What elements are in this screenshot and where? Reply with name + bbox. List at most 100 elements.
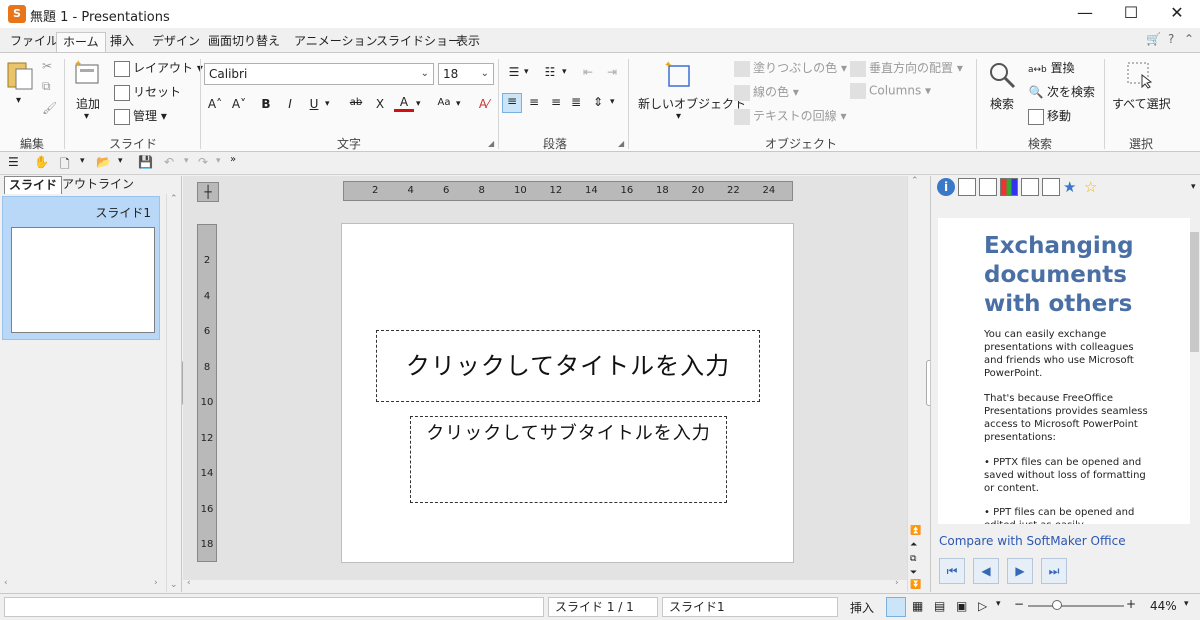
- tab-file[interactable]: ファイル: [4, 32, 64, 52]
- scroll-thumb[interactable]: [1190, 232, 1199, 352]
- cut-icon[interactable]: ✂: [42, 59, 52, 73]
- tab-design[interactable]: デザイン: [146, 32, 206, 52]
- open-dropdown-icon[interactable]: ▾: [118, 156, 123, 166]
- new-object-button[interactable]: 新しいオブジェクト: [638, 95, 746, 112]
- maximize-button[interactable]: ☐: [1108, 0, 1154, 28]
- insert-mode[interactable]: 挿入: [850, 599, 874, 616]
- scroll-left-icon[interactable]: ‹: [4, 578, 8, 588]
- next-slide-icon[interactable]: ⏷: [910, 568, 917, 578]
- underline-icon[interactable]: U: [304, 97, 324, 111]
- scroll-up-icon[interactable]: ⌃: [170, 194, 178, 204]
- tab-home[interactable]: ホーム: [56, 32, 106, 52]
- zoom-dropdown-icon[interactable]: ▾: [1184, 599, 1189, 609]
- tab-insert[interactable]: 挿入: [104, 32, 140, 52]
- redo-dropdown-icon[interactable]: ▾: [216, 156, 221, 166]
- dialog-launcher-icon[interactable]: ◢: [618, 139, 624, 148]
- shrink-font-icon[interactable]: A˅: [229, 97, 249, 111]
- redo-icon[interactable]: ↷: [198, 155, 208, 169]
- menu-icon[interactable]: ☰: [8, 155, 19, 169]
- goto-button[interactable]: 移動: [1028, 107, 1071, 125]
- font-size-combo[interactable]: 18 ⌄: [438, 63, 494, 85]
- slides-panel-hscrollbar[interactable]: ‹ ›: [0, 578, 166, 592]
- format-painter-icon[interactable]: 🖌: [42, 101, 57, 115]
- zoom-level[interactable]: 44%: [1150, 599, 1177, 613]
- zoom-out-button[interactable]: −: [1014, 597, 1024, 611]
- layout-button[interactable]: レイアウト ▾: [114, 59, 203, 77]
- reset-button[interactable]: リセット: [114, 83, 181, 101]
- underline-dropdown-icon[interactable]: ▾: [325, 99, 330, 109]
- slide-sorter-icon[interactable]: ▦: [912, 599, 923, 613]
- slides-panel-scrollbar[interactable]: ⌃ ⌄: [166, 194, 181, 592]
- paste-icon[interactable]: [6, 59, 34, 91]
- columns-button[interactable]: Columns ▾: [850, 83, 931, 99]
- scroll-right-icon[interactable]: ›: [154, 578, 158, 588]
- numbered-list-icon[interactable]: ☷: [540, 65, 560, 79]
- layout-panel-icon[interactable]: [1042, 178, 1060, 196]
- slide-thumbnail-item[interactable]: スライド1: [2, 196, 160, 340]
- bullet-dropdown-icon[interactable]: ▾: [524, 67, 529, 77]
- outline-view-icon[interactable]: ▤: [934, 599, 945, 613]
- toolbar-overflow-icon[interactable]: »: [230, 154, 236, 165]
- collapse-ribbon-icon[interactable]: ⌃: [1184, 32, 1194, 46]
- search-button[interactable]: 検索: [990, 95, 1014, 112]
- decrease-indent-icon[interactable]: ⇤: [578, 65, 598, 79]
- text-wrap-button[interactable]: テキストの回線 ▾: [734, 107, 847, 125]
- replace-button[interactable]: a↔b 置換: [1028, 59, 1075, 76]
- align-left-icon[interactable]: ≡: [502, 93, 522, 113]
- horizontal-ruler[interactable]: 2 4 6 8 10 12 14 16 18 20 22 24: [343, 181, 793, 201]
- new-dropdown-icon[interactable]: ▾: [80, 156, 85, 166]
- add-slide-icon[interactable]: ✦: [72, 59, 102, 89]
- new-object-icon[interactable]: ✦: [664, 59, 694, 89]
- compare-link[interactable]: Compare with SoftMaker Office: [939, 534, 1126, 548]
- tab-outline[interactable]: アウトライン: [58, 176, 138, 194]
- undo-dropdown-icon[interactable]: ▾: [184, 156, 189, 166]
- first-slide-icon[interactable]: ⏫: [910, 526, 921, 536]
- change-case-icon[interactable]: Aa: [434, 97, 454, 108]
- scroll-down-icon[interactable]: ⌄: [170, 580, 178, 590]
- subtitle-placeholder[interactable]: クリックしてサブタイトルを入力: [410, 416, 727, 503]
- tab-transitions[interactable]: 画面切り替え: [202, 32, 286, 52]
- color-palette-icon[interactable]: [1000, 178, 1018, 196]
- line-color-button[interactable]: 線の色 ▾: [734, 83, 799, 101]
- scroll-up-icon[interactable]: ⌃: [911, 176, 919, 186]
- first-page-icon[interactable]: ⏮: [939, 558, 965, 584]
- save-icon[interactable]: 💾: [138, 155, 153, 169]
- grow-font-icon[interactable]: A˄: [205, 97, 225, 111]
- paste-dropdown-icon[interactable]: ▾: [16, 95, 21, 106]
- new-document-icon[interactable]: 🗋: [60, 155, 70, 176]
- bullet-list-icon[interactable]: ☰: [504, 65, 524, 79]
- italic-icon[interactable]: I: [280, 97, 300, 111]
- line-spacing-icon[interactable]: ⇕: [588, 95, 608, 109]
- prev-slide-icon[interactable]: ⏶: [910, 540, 917, 550]
- line-spacing-dropdown-icon[interactable]: ▾: [610, 97, 615, 107]
- close-button[interactable]: ✕: [1154, 0, 1200, 28]
- last-slide-icon[interactable]: ⏬: [910, 580, 921, 590]
- ruler-corner-icon[interactable]: ┼: [197, 182, 219, 202]
- font-name-combo[interactable]: Calibri ⌄: [204, 63, 434, 85]
- numbered-dropdown-icon[interactable]: ▾: [562, 67, 567, 77]
- app-logo-icon[interactable]: S: [8, 5, 26, 23]
- align-right-icon[interactable]: ≡: [546, 95, 566, 109]
- slideshow-icon[interactable]: ▷: [978, 599, 987, 613]
- text-effect-icon[interactable]: A⁄: [474, 97, 494, 111]
- editor-vertical-scrollbar[interactable]: ⌃ ⏫ ⏶ ⧉ ⏷ ⏬: [907, 176, 923, 592]
- search-icon[interactable]: [988, 61, 1016, 89]
- align-center-icon[interactable]: ≡: [524, 95, 544, 109]
- next-page-icon[interactable]: ▶: [1007, 558, 1033, 584]
- clear-format-icon[interactable]: X: [370, 97, 390, 111]
- slide-thumbnail-image[interactable]: [11, 227, 155, 333]
- change-case-dropdown-icon[interactable]: ▾: [456, 99, 461, 109]
- tab-slides[interactable]: スライド: [4, 176, 63, 194]
- scroll-right-icon[interactable]: ›: [895, 578, 899, 588]
- title-placeholder[interactable]: クリックしてタイトルを入力: [376, 330, 760, 402]
- increase-indent-icon[interactable]: ⇥: [602, 65, 622, 79]
- scroll-left-icon[interactable]: ‹: [187, 578, 191, 588]
- new-object-dropdown-icon[interactable]: ▾: [676, 111, 681, 122]
- strikethrough-icon[interactable]: ab: [346, 97, 366, 108]
- editor-horizontal-scrollbar[interactable]: ‹ ›: [183, 578, 907, 592]
- undo-icon[interactable]: ↶: [164, 155, 174, 169]
- zoom-slider[interactable]: [1028, 600, 1124, 610]
- view-dropdown-icon[interactable]: ▾: [996, 599, 1001, 609]
- add-slide-button[interactable]: 追加: [76, 95, 100, 112]
- add-slide-dropdown-icon[interactable]: ▾: [84, 111, 89, 122]
